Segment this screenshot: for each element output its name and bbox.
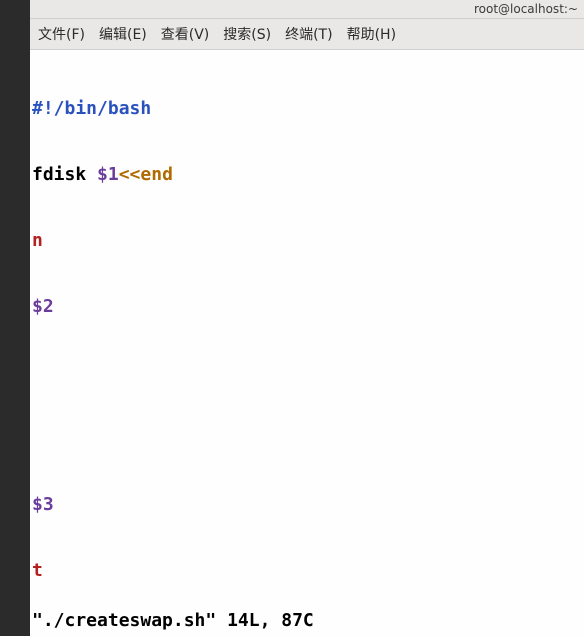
editor-area[interactable]: #!/bin/bash fdisk $1<<end n $2 $3 t 82 w… xyxy=(30,50,584,610)
fdisk-cmd: fdisk xyxy=(32,164,97,185)
menu-view[interactable]: 查看(V) xyxy=(161,24,210,44)
fdisk-arg: $1 xyxy=(97,164,119,185)
menu-terminal[interactable]: 终端(T) xyxy=(285,24,332,44)
heredoc-arg2: $2 xyxy=(32,296,54,317)
shebang-line: #!/bin/bash xyxy=(32,98,151,119)
blank-line-2 xyxy=(32,428,582,450)
menu-help[interactable]: 帮助(H) xyxy=(347,24,396,44)
window-titlebar: root@localhost:~ xyxy=(30,0,584,19)
vim-status-line: "./createswap.sh" 14L, 87C xyxy=(30,608,584,636)
heredoc-t: t xyxy=(32,560,43,581)
window-title: root@localhost:~ xyxy=(474,2,578,16)
heredoc-op: << xyxy=(119,164,141,185)
heredoc-tag-open: end xyxy=(140,164,173,185)
menubar: 文件(F) 编辑(E) 查看(V) 搜索(S) 终端(T) 帮助(H) xyxy=(30,19,584,50)
heredoc-arg3: $3 xyxy=(32,494,54,515)
blank-line-1 xyxy=(32,362,582,384)
heredoc-n: n xyxy=(32,230,43,251)
menu-search[interactable]: 搜索(S) xyxy=(223,24,271,44)
menu-edit[interactable]: 编辑(E) xyxy=(99,24,147,44)
menu-file[interactable]: 文件(F) xyxy=(38,24,85,44)
terminal-window: root@localhost:~ 文件(F) 编辑(E) 查看(V) 搜索(S)… xyxy=(30,0,584,636)
